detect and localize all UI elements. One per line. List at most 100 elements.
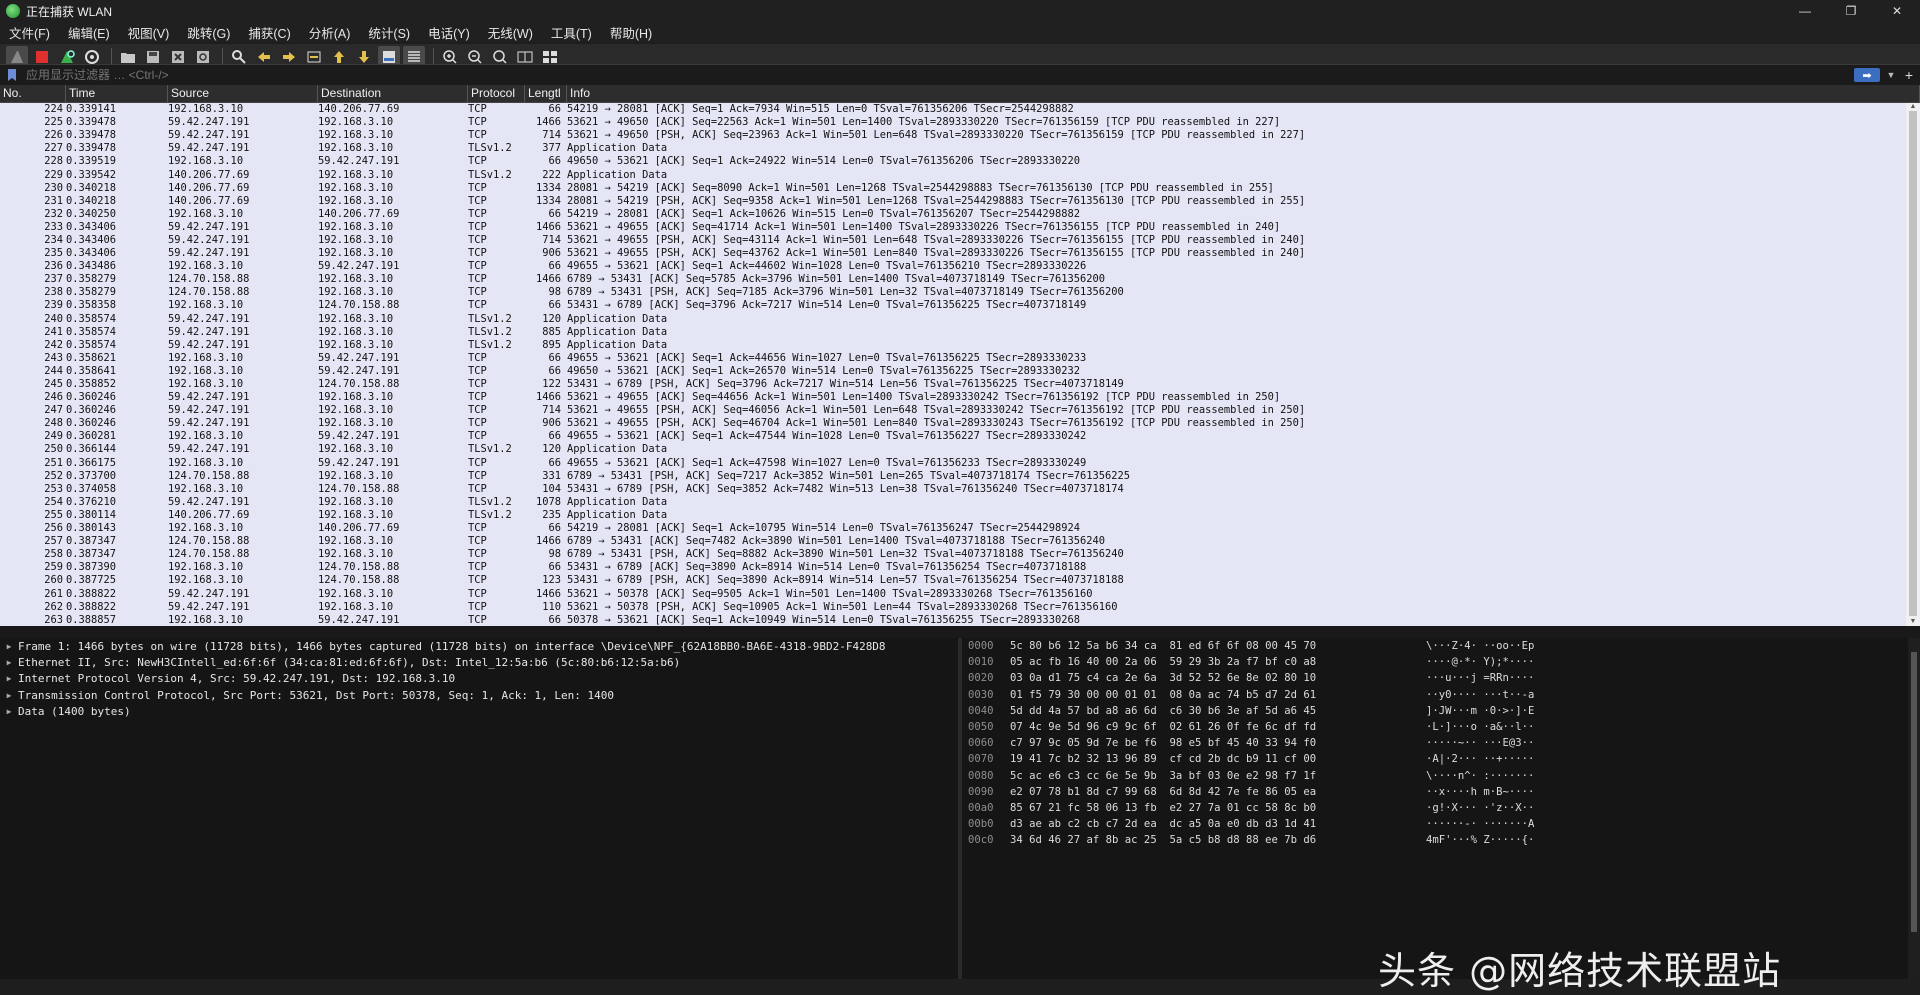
byte-hex[interactable]: 5c 80 b6 12 5a b6 34 ca 81 ed 6f 6f 08 0… — [1010, 640, 1422, 652]
byte-offset[interactable]: 0060 — [968, 737, 1006, 749]
table-row[interactable]: 228 0.339519 192.168.3.10 59.42.247.191 TCP 6… — [0, 155, 1906, 168]
column-header-protocol[interactable]: Protocol — [468, 85, 525, 102]
menu-analyze[interactable]: 分析(A) — [300, 23, 360, 42]
byte-hex[interactable]: d3 ae ab c2 cb c7 2d ea dc a5 0a e0 db d… — [1010, 818, 1422, 830]
byte-hex[interactable]: 19 41 7c b2 32 13 96 89 cf cd 2b dc b9 1… — [1010, 753, 1422, 765]
column-header-time[interactable]: Time — [66, 85, 168, 102]
byte-hex[interactable]: 34 6d 46 27 af 8b ac 25 5a c5 b8 d8 88 e… — [1010, 834, 1422, 846]
close-button[interactable]: ✕ — [1874, 0, 1920, 22]
menu-capture[interactable]: 捕获(C) — [239, 23, 299, 42]
restore-button[interactable]: ❐ — [1828, 0, 1874, 22]
menu-edit[interactable]: 编辑(E) — [59, 23, 119, 42]
pane-splitter[interactable] — [0, 626, 1920, 638]
menu-tools[interactable]: 工具(T) — [542, 23, 601, 42]
byte-hex[interactable]: 05 ac fb 16 40 00 2a 06 59 29 3b 2a f7 b… — [1010, 656, 1422, 668]
byte-ascii[interactable]: ·g!·X··· ·'z··X·· — [1426, 802, 1534, 814]
table-row[interactable]: 252 0.373700 124.70.158.88 192.168.3.10 TCP 3… — [0, 470, 1906, 483]
table-row[interactable]: 249 0.360281 192.168.3.10 59.42.247.191 TCP 6… — [0, 430, 1906, 443]
byte-offset[interactable]: 0080 — [968, 770, 1006, 782]
scroll-down-icon[interactable]: ▼ — [1906, 618, 1920, 626]
byte-offset[interactable]: 00c0 — [968, 834, 1006, 846]
byte-ascii[interactable]: ]·JW···m ·0·>·]·E — [1426, 705, 1534, 717]
table-row[interactable]: 234 0.343406 59.42.247.191 192.168.3.10 TCP 7… — [0, 234, 1906, 247]
expand-arrow-icon[interactable]: ▶ — [0, 674, 18, 683]
detail-tree-item[interactable]: ▶ Frame 1: 1466 bytes on wire (11728 bits… — [0, 638, 958, 654]
column-header-no[interactable]: No. — [0, 85, 66, 102]
expand-arrow-icon[interactable]: ▶ — [0, 707, 18, 716]
table-row[interactable]: 237 0.358279 124.70.158.88 192.168.3.10 TCP 1… — [0, 273, 1906, 286]
table-row[interactable]: 235 0.343406 59.42.247.191 192.168.3.10 TCP 9… — [0, 247, 1906, 260]
byte-ascii[interactable]: ·A|·2··· ··+····· — [1426, 753, 1534, 765]
byte-ascii[interactable]: 4mF'···% Z·····{· — [1426, 834, 1534, 846]
byte-ascii[interactable]: ·L·]···o ·a&··l·· — [1426, 721, 1534, 733]
table-row[interactable]: 233 0.343406 59.42.247.191 192.168.3.10 TCP 1… — [0, 221, 1906, 234]
table-row[interactable]: 250 0.366144 59.42.247.191 192.168.3.10 TLSv… — [0, 443, 1906, 456]
table-row[interactable]: 254 0.376210 59.42.247.191 192.168.3.10 TLSv… — [0, 496, 1906, 509]
table-row[interactable]: 240 0.358574 59.42.247.191 192.168.3.10 TLSv… — [0, 313, 1906, 326]
column-header-source[interactable]: Source — [168, 85, 318, 102]
menu-telephony[interactable]: 电话(Y) — [419, 23, 479, 42]
table-row[interactable]: 255 0.380114 140.206.77.69 192.168.3.10 TLSv… — [0, 509, 1906, 522]
byte-offset[interactable]: 0090 — [968, 786, 1006, 798]
expand-arrow-icon[interactable]: ▶ — [0, 658, 18, 667]
column-header-length[interactable]: Lengtl — [525, 85, 567, 102]
byte-offset[interactable]: 0040 — [968, 705, 1006, 717]
byte-ascii[interactable]: ····@·*· Y);*···· — [1426, 656, 1534, 668]
table-row[interactable]: 230 0.340218 140.206.77.69 192.168.3.10 TCP 1… — [0, 182, 1906, 195]
table-row[interactable]: 239 0.358358 192.168.3.10 124.70.158.88 TCP 6… — [0, 299, 1906, 312]
byte-hex[interactable]: 85 67 21 fc 58 06 13 fb e2 27 7a 01 cc 5… — [1010, 802, 1422, 814]
menu-go[interactable]: 跳转(G) — [178, 23, 239, 42]
menu-file[interactable]: 文件(F) — [0, 23, 59, 42]
table-row[interactable]: 231 0.340218 140.206.77.69 192.168.3.10 TCP 1… — [0, 195, 1906, 208]
byte-hex[interactable]: 01 f5 79 30 00 00 01 01 08 0a ac 74 b5 d… — [1010, 689, 1422, 701]
table-row[interactable]: 227 0.339478 59.42.247.191 192.168.3.10 TLSv… — [0, 142, 1906, 155]
minimize-button[interactable]: — — [1782, 0, 1828, 22]
display-filter-input[interactable] — [22, 66, 1854, 84]
apply-filter-button[interactable]: ➡ — [1854, 68, 1880, 82]
table-row[interactable]: 258 0.387347 124.70.158.88 192.168.3.10 TCP 9… — [0, 548, 1906, 561]
menu-statistics[interactable]: 统计(S) — [359, 23, 419, 42]
byte-hex[interactable]: 5d dd 4a 57 bd a8 a6 6d c6 30 b6 3e af 5… — [1010, 705, 1422, 717]
scrollbar-thumb[interactable] — [1909, 111, 1917, 616]
table-row[interactable]: 244 0.358641 192.168.3.10 59.42.247.191 TCP 6… — [0, 365, 1906, 378]
detail-tree-item[interactable]: ▶ Data (1400 bytes) — [0, 704, 958, 720]
byte-offset[interactable]: 00b0 — [968, 818, 1006, 830]
table-row[interactable]: 242 0.358574 59.42.247.191 192.168.3.10 TLSv… — [0, 339, 1906, 352]
byte-offset[interactable]: 0020 — [968, 672, 1006, 684]
add-filter-button[interactable]: + — [1898, 67, 1920, 83]
byte-hex[interactable]: 03 0a d1 75 c4 ca 2e 6a 3d 52 52 6e 8e 0… — [1010, 672, 1422, 684]
byte-offset[interactable]: 00a0 — [968, 802, 1006, 814]
filter-bookmark-icon[interactable] — [8, 69, 16, 81]
table-row[interactable]: 225 0.339478 59.42.247.191 192.168.3.10 TCP 1… — [0, 116, 1906, 129]
column-header-info[interactable]: Info — [567, 85, 1920, 102]
byte-offset[interactable]: 0050 — [968, 721, 1006, 733]
detail-tree-item[interactable]: ▶ Internet Protocol Version 4, Src: 59.42… — [0, 671, 958, 687]
scrollbar-thumb[interactable] — [1911, 652, 1917, 932]
byte-ascii[interactable]: \····n^· :······· — [1426, 770, 1534, 782]
table-row[interactable]: 251 0.366175 192.168.3.10 59.42.247.191 TCP 6… — [0, 457, 1906, 470]
table-row[interactable]: 257 0.387347 124.70.158.88 192.168.3.10 TCP 1… — [0, 535, 1906, 548]
table-row[interactable]: 261 0.388822 59.42.247.191 192.168.3.10 TCP 1… — [0, 587, 1906, 600]
menu-help[interactable]: 帮助(H) — [601, 23, 661, 42]
detail-tree-item[interactable]: ▶ Ethernet II, Src: NewH3CIntell_ed:6f:6f… — [0, 654, 958, 670]
byte-ascii[interactable]: ·····~·· ···E@3·· — [1426, 737, 1534, 749]
expand-arrow-icon[interactable]: ▶ — [0, 691, 18, 700]
table-row[interactable]: 263 0.388857 192.168.3.10 59.42.247.191 TCP 6… — [0, 614, 1906, 626]
byte-ascii[interactable]: ··y0···· ···t··-a — [1426, 689, 1534, 701]
byte-ascii[interactable]: \···Z·4· ··oo··Ep — [1426, 640, 1534, 652]
scroll-up-icon[interactable]: ▲ — [1906, 103, 1920, 111]
menu-wireless[interactable]: 无线(W) — [479, 23, 542, 42]
detail-tree-item[interactable]: ▶ Transmission Control Protocol, Src Port… — [0, 687, 958, 703]
byte-ascii[interactable]: ······-· ·······A — [1426, 818, 1534, 830]
table-row[interactable]: 224 0.339141 192.168.3.10 140.206.77.69 TCP 6… — [0, 103, 1906, 116]
expand-arrow-icon[interactable]: ▶ — [0, 642, 18, 651]
byte-hex[interactable]: c7 97 9c 05 9d 7e be f6 98 e5 bf 45 40 3… — [1010, 737, 1422, 749]
bytes-scrollbar[interactable] — [1908, 638, 1920, 979]
table-row[interactable]: 248 0.360246 59.42.247.191 192.168.3.10 TCP 9… — [0, 417, 1906, 430]
menu-view[interactable]: 视图(V) — [119, 23, 179, 42]
table-row[interactable]: 226 0.339478 59.42.247.191 192.168.3.10 TCP 7… — [0, 129, 1906, 142]
packet-list-scrollbar[interactable]: ▲ ▼ — [1906, 103, 1920, 626]
table-row[interactable]: 246 0.360246 59.42.247.191 192.168.3.10 TCP 1… — [0, 391, 1906, 404]
table-row[interactable]: 247 0.360246 59.42.247.191 192.168.3.10 TCP 7… — [0, 404, 1906, 417]
byte-hex[interactable]: 5c ac e6 c3 cc 6e 5e 9b 3a bf 03 0e e2 9… — [1010, 770, 1422, 782]
